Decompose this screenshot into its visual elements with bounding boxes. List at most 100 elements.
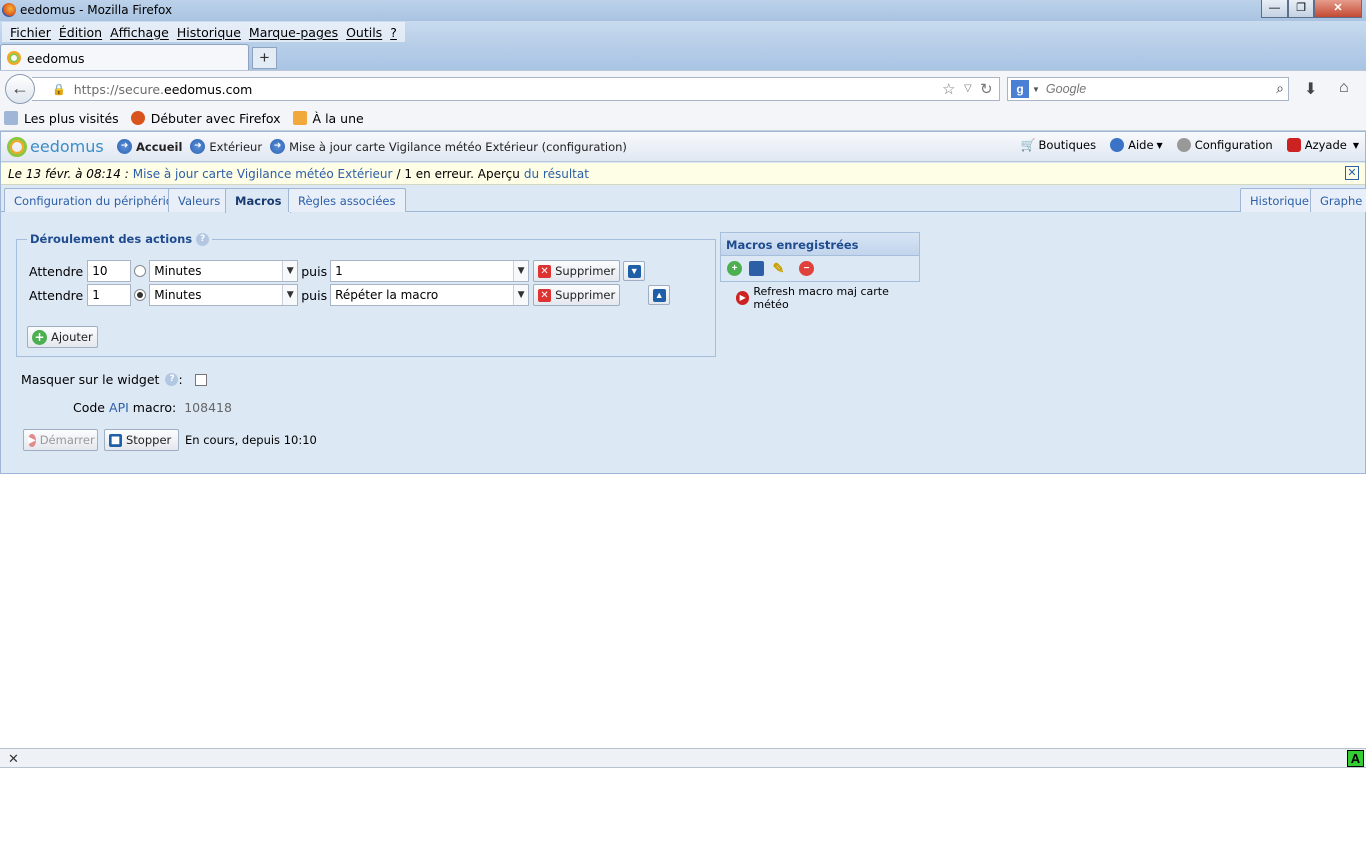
remove-macro-icon[interactable]: −: [799, 261, 814, 276]
gear-icon: [1176, 138, 1191, 152]
notice-date: Le 13 févr. à 08:14 :: [8, 166, 129, 181]
menu-historique[interactable]: Historique: [177, 25, 241, 40]
arrow-right-icon: ➜: [117, 139, 132, 154]
menu-outils[interactable]: Outils: [346, 25, 382, 40]
move-down-button[interactable]: ▼: [623, 261, 646, 281]
url-prefix: https://secure.: [73, 81, 165, 97]
tab-graph[interactable]: Graphe: [1310, 188, 1366, 212]
hide-widget-label: Masquer sur le widget: [21, 372, 160, 387]
back-button[interactable]: ←: [5, 74, 35, 104]
breadcrumb-home[interactable]: ➜ Accueil: [117, 139, 182, 154]
reload-icon[interactable]: ↻: [980, 80, 993, 98]
notice-text: / 1 en erreur. Aperçu: [396, 166, 520, 181]
breadcrumb-exterior[interactable]: ➜ Extérieur: [190, 139, 262, 154]
add-macro-icon[interactable]: +: [727, 261, 742, 276]
api-label-link: API: [109, 400, 129, 415]
unit-select[interactable]: Minutes ▼: [149, 260, 299, 282]
action-select[interactable]: 1 ▼: [330, 260, 530, 282]
bookmark-getting-started[interactable]: Débuter avec Firefox: [130, 111, 281, 126]
macros-toolbar: + ✎ −: [720, 256, 920, 282]
add-action-button[interactable]: + Ajouter: [27, 326, 98, 348]
menu-bar: Fichier Édition Affichage Historique Mar…: [0, 21, 1366, 43]
wait-value-input[interactable]: 1: [87, 284, 132, 306]
tab-values[interactable]: Valeurs: [168, 188, 231, 212]
eedomus-logo[interactable]: eedomus: [7, 136, 117, 157]
action-row: Attendre 1 Minutes ▼ puis Répéter la macr…: [29, 284, 671, 306]
menu-help[interactable]: ?: [390, 25, 397, 40]
browser-tab-eedomus[interactable]: eedomus: [0, 44, 249, 71]
macro-controls: ▶ Démarrer ■ Stopper En cours, depuis 10:1…: [23, 429, 317, 451]
minimize-button[interactable]: —: [1261, 0, 1288, 18]
nav-user[interactable]: Azyade ▼: [1286, 138, 1359, 152]
wait-radio[interactable]: [134, 265, 147, 277]
nav-configuration[interactable]: Configuration: [1176, 138, 1273, 152]
bookmark-headlines[interactable]: À la une: [292, 111, 364, 126]
google-icon: g: [1011, 80, 1029, 98]
tab-history[interactable]: Historique: [1240, 188, 1319, 212]
eedomus-app: eedomus ➜ Accueil ➜ Extérieur ➜ Mise à jour…: [0, 131, 1366, 474]
macro-status: En cours, depuis 10:10: [185, 433, 317, 447]
notice-result-link[interactable]: du résultat: [524, 167, 589, 181]
bookmark-most-visited[interactable]: Les plus visités: [4, 111, 119, 126]
api-code-value: 108418: [184, 400, 232, 415]
action-select[interactable]: Répéter la macro ▼: [330, 284, 530, 306]
tab-rules[interactable]: Règles associées: [288, 188, 406, 212]
star-icon[interactable]: ☆: [942, 80, 955, 98]
chevron-down-icon: ▼: [1352, 140, 1359, 150]
breadcrumb-device[interactable]: ➜ Mise à jour carte Vigilance météo Extér…: [270, 139, 627, 154]
home-icon[interactable]: ⌂: [1339, 79, 1349, 97]
pencil-icon[interactable]: ✎: [771, 261, 786, 276]
firefox-bookmark-icon: [130, 111, 145, 125]
menu-fichier[interactable]: Fichier: [10, 25, 51, 40]
arrow-right-icon: ➜: [190, 139, 206, 154]
eedomus-favicon-icon: [7, 51, 21, 65]
save-icon[interactable]: [749, 261, 764, 276]
help-icon[interactable]: ?: [165, 373, 179, 386]
power-icon: [1286, 138, 1301, 152]
wait-radio[interactable]: [134, 289, 147, 301]
delete-button[interactable]: ✕ Supprimer: [533, 284, 621, 306]
search-icon[interactable]: ⌕: [1276, 80, 1284, 97]
navigation-bar: 🔒 https://secure. eedomus.com ☆ ▽ ↻ ← g ▼…: [0, 70, 1366, 106]
help-icon[interactable]: ?: [196, 232, 210, 246]
then-label: puis: [301, 263, 328, 279]
delete-icon: ✕: [538, 288, 552, 302]
lock-icon: 🔒: [52, 83, 66, 96]
hide-widget-checkbox[interactable]: [194, 373, 207, 386]
stop-button[interactable]: ■ Stopper: [104, 429, 179, 451]
menu-marque-pages[interactable]: Marque-pages: [249, 25, 338, 40]
move-up-button[interactable]: ▲: [648, 285, 671, 305]
addon-indicator[interactable]: A: [1347, 750, 1364, 767]
url-bar[interactable]: 🔒 https://secure. eedomus.com ☆ ▽ ↻: [32, 77, 1000, 101]
url-domain: eedomus.com: [164, 81, 253, 97]
wait-value-input[interactable]: 10: [87, 260, 132, 282]
arrow-up-icon: ▲: [652, 288, 666, 302]
search-input[interactable]: g ▼ Google ⌕: [1007, 77, 1289, 101]
close-button[interactable]: ✕: [1314, 0, 1362, 18]
delete-button[interactable]: ✕ Supprimer: [533, 260, 621, 282]
then-label: puis: [301, 287, 328, 303]
start-button[interactable]: ▶ Démarrer: [23, 429, 98, 451]
menu-edition[interactable]: Édition: [59, 25, 102, 40]
rss-icon: [292, 111, 307, 125]
unit-select[interactable]: Minutes ▼: [149, 284, 299, 306]
dropdown-icon[interactable]: ▽: [964, 83, 972, 94]
tab-macros[interactable]: Macros: [225, 188, 292, 213]
browser-tab-bar: eedomus +: [0, 43, 1366, 71]
menu-affichage[interactable]: Affichage: [110, 25, 169, 40]
close-add-on-bar-icon[interactable]: ✕: [8, 751, 19, 767]
search-engine-dropdown-icon[interactable]: ▼: [1032, 85, 1040, 94]
close-notice-icon[interactable]: ✕: [1345, 166, 1359, 180]
actions-panel: Déroulement des actions? Attendre 10 Min…: [16, 232, 716, 357]
macro-item[interactable]: ▶ Refresh macro maj carte météo: [736, 285, 920, 311]
new-tab-button[interactable]: +: [252, 47, 277, 69]
notice-device-link[interactable]: Mise à jour carte Vigilance météo Extéri…: [133, 167, 393, 181]
maximize-button[interactable]: ❐: [1288, 0, 1314, 18]
download-icon[interactable]: ⬇: [1304, 79, 1317, 99]
nav-help[interactable]: Aide ▼: [1110, 138, 1163, 152]
logo-icon: [7, 136, 27, 157]
tab-title: eedomus: [27, 50, 85, 66]
chevron-down-icon: ▼: [282, 285, 298, 305]
nav-shops[interactable]: 🛒 Boutiques: [1021, 138, 1097, 152]
help-icon: [1110, 138, 1125, 152]
